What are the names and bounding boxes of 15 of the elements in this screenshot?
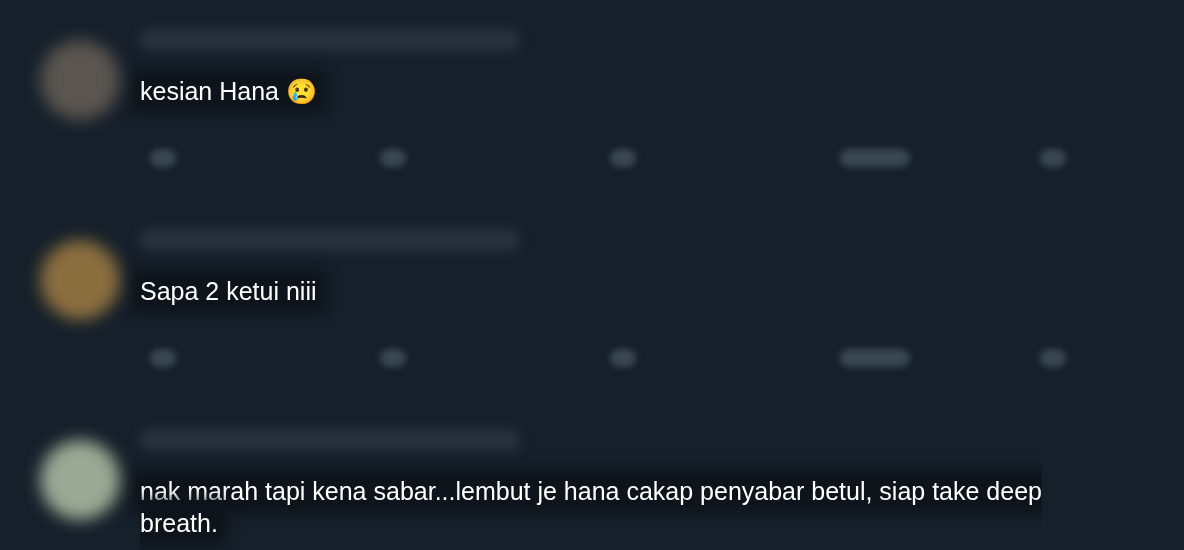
blurred-action-icon[interactable]	[150, 349, 176, 367]
blurred-action-icon[interactable]	[380, 349, 406, 367]
blurred-action-icon[interactable]	[150, 149, 176, 167]
blurred-action-icon[interactable]	[1040, 349, 1066, 367]
blurred-action-icon[interactable]	[840, 149, 910, 167]
avatar[interactable]	[40, 440, 120, 520]
blurred-action-icon[interactable]	[610, 349, 636, 367]
reply-text: nak marah tapi kena sabar...lembut je hana cakap penyabar betul, siap take deep breath.	[140, 476, 1043, 539]
reply-text: kesian Hana 😢	[140, 76, 318, 107]
blurred-action-icon[interactable]	[840, 349, 910, 367]
blurred-action-icon[interactable]	[380, 149, 406, 167]
blurred-action-icon[interactable]	[610, 149, 636, 167]
reply-text: Sapa 2 ketui niii	[140, 276, 318, 307]
avatar[interactable]	[40, 240, 120, 320]
blurred-action-icon[interactable]	[1040, 149, 1066, 167]
